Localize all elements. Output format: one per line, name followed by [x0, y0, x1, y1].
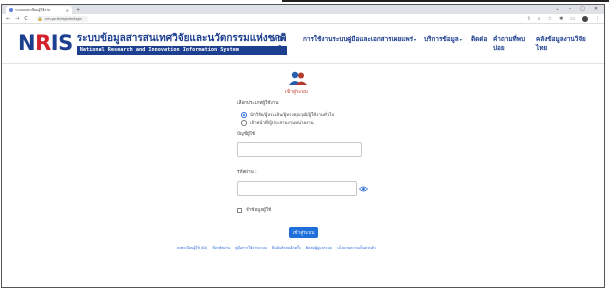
logo-text: ระบบข้อมูลสารสนเทศวิจัยและนวัตกรรมแห่งชา… [76, 32, 287, 55]
main-menu: หน้า หลัก การใช้งานระบบ▾ คู่มือและเอกสาร… [273, 35, 596, 53]
link-privacy-policy[interactable]: นโยบายความเป็นส่วนตัว [337, 245, 376, 251]
user-type-option-staff[interactable]: เจ้าหน้าที่/ผู้ประสานงานหน่วยงาน [241, 119, 314, 126]
menu-item-faq[interactable]: คำถามที่พบ บ่อย [493, 35, 536, 53]
link-contact-admin[interactable]: ติดต่อผู้ดูแลระบบ [306, 245, 333, 251]
forward-button[interactable]: → [15, 16, 19, 22]
menu-item-manuals[interactable]: คู่มือและเอกสารเผยแพร่▾ [347, 35, 424, 53]
login-title: เข้าสู่ระบบ [285, 89, 308, 95]
browser-menu-icon[interactable]: ⋮ [595, 16, 600, 22]
profile-avatar[interactable] [582, 15, 588, 22]
nris-logo[interactable]: N R IS ระบบข้อมูลสารสนเทศวิจัยและนวัตกรร… [18, 33, 287, 55]
footer-links: ลงทะเบียนผู้ใช้ (ID) ลืมรหัสผ่าน คู่มือก… [177, 245, 376, 251]
url-text: nris.go.th/register/login [44, 16, 83, 21]
remember-me-checkbox[interactable] [237, 208, 242, 213]
login-page: เข้าสู่ระบบ เลือกประเภทผู้ใช้งาน นักวิจั… [2, 64, 604, 264]
favicon-icon [9, 8, 13, 12]
logo-thai-name: ระบบข้อมูลสารสนเทศวิจัยและนวัตกรรมแห่งชา… [76, 32, 287, 44]
bookmark-star-icon[interactable]: ☆ [548, 16, 552, 22]
radio-unselected[interactable] [241, 119, 247, 126]
sidebar-icon[interactable]: ▭ [570, 16, 575, 22]
address-bar[interactable]: 🔒 nris.go.th/register/login [35, 15, 88, 22]
minimize-button[interactable]: – [569, 6, 572, 12]
remember-me-row[interactable]: จำข้อมูลผู้ใช้ [237, 207, 271, 214]
link-user-manual[interactable]: คู่มือการใช้งานระบบ [235, 245, 267, 251]
link-forgot-password[interactable]: ลืมรหัสผ่าน [212, 245, 230, 251]
password-input[interactable] [237, 181, 357, 196]
link-register[interactable]: ลงทะเบียนผู้ใช้ (ID) [177, 245, 207, 251]
radio-selected[interactable] [241, 111, 247, 118]
site-header: N R IS ระบบข้อมูลสารสนเทศวิจัยและนวัตกรร… [2, 24, 604, 64]
toolbar-actions: ⇪ ⌕ ☆ ✱ ▭ ⋮ [527, 15, 600, 22]
extensions-icon[interactable]: ✱ [559, 16, 563, 22]
browser-window: ระบบลงทะเบียนผู้ใช้งาน × + ⌄ – ▢ ✕ ← → C… [1, 4, 605, 288]
user-type-option-researcher[interactable]: นักวิจัย/ผู้ประเมิน/ผู้ทรงคุณวุฒิ/ผู้ใช้… [241, 111, 334, 118]
show-password-icon[interactable] [359, 185, 368, 193]
tab-bar: ระบบลงทะเบียนผู้ใช้งาน × + ⌄ – ▢ ✕ [2, 5, 604, 14]
username-input[interactable] [237, 142, 362, 157]
link-verify-identity[interactable]: ยืนยันตัวตนอีกครั้ง [272, 245, 301, 251]
nris-logo-mark: N R IS [18, 31, 73, 55]
scan-border-line [282, 0, 609, 2]
close-window-button[interactable]: ✕ [594, 6, 598, 12]
new-tab-button[interactable]: + [76, 7, 80, 13]
maximize-button[interactable]: ▢ [580, 6, 585, 12]
tab-close-icon[interactable]: × [66, 8, 69, 13]
username-label: บัญชีผู้ใช้ [237, 132, 256, 137]
menu-item-thai-research-repository[interactable]: คลังข้อมูลงานวิจัย ไทย [536, 35, 596, 53]
remember-me-label: จำข้อมูลผู้ใช้ [246, 208, 272, 213]
back-button[interactable]: ← [6, 16, 10, 22]
zoom-icon[interactable]: ⌕ [538, 16, 541, 22]
lock-icon: 🔒 [37, 16, 43, 21]
browser-tab[interactable]: ระบบลงทะเบียนผู้ใช้งาน × [6, 6, 72, 14]
browser-toolbar: ← → C 🔒 nris.go.th/register/login ⇪ ⌕ ☆ … [2, 14, 604, 24]
menu-item-data-services[interactable]: บริการข้อมูล▾ [424, 35, 471, 53]
menu-item-system-usage[interactable]: การใช้งานระบบ▾ [303, 35, 350, 53]
reload-button[interactable]: C [24, 16, 28, 22]
password-label: รหัสผ่าน : [237, 170, 257, 175]
chevron-down-icon: ▾ [459, 37, 462, 42]
login-button[interactable]: เข้าสู่ระบบ [289, 227, 318, 238]
chevron-down-icon: ▾ [414, 37, 417, 42]
share-icon[interactable]: ⇪ [527, 16, 531, 22]
logo-english-name: National Research and Innovation Informa… [76, 45, 287, 55]
window-controls: ⌄ – ▢ ✕ [555, 6, 598, 12]
tab-search-icon[interactable]: ⌄ [555, 6, 559, 12]
menu-item-home[interactable]: หน้า หลัก [273, 35, 303, 53]
menu-item-contact[interactable]: ติดต่อ [471, 35, 493, 53]
user-type-label: เลือกประเภทผู้ใช้งาน [237, 101, 279, 106]
users-icon [289, 71, 307, 85]
tab-title: ระบบลงทะเบียนผู้ใช้งาน [15, 7, 51, 12]
